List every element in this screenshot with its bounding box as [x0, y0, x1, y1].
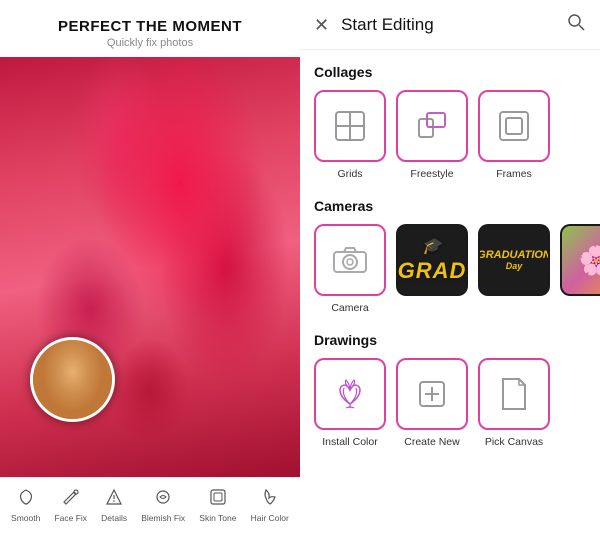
toolbar-hair-color[interactable]: Hair Color — [251, 488, 289, 523]
hair-color-icon — [261, 488, 279, 511]
flower-emoji: 🌸 — [579, 244, 600, 277]
app-title: PERFECT THE MOMENT — [0, 18, 300, 35]
camera-item[interactable]: Camera — [314, 224, 386, 314]
bottom-toolbar: Smooth Face Fix Details — [0, 477, 300, 533]
freestyle-icon — [413, 107, 451, 145]
plus-icon — [415, 377, 449, 411]
face-thumbnail — [30, 337, 115, 422]
gradday-box: GRADUATION Day — [478, 224, 550, 296]
hair-color-label: Hair Color — [251, 513, 289, 523]
left-panel: PERFECT THE MOMENT Quickly fix photos Sm… — [0, 0, 300, 533]
blemish-fix-icon — [154, 488, 172, 511]
gradday-item[interactable]: GRADUATION Day — [478, 224, 550, 314]
skin-tone-icon — [209, 488, 227, 511]
toolbar-face-fix[interactable]: Face Fix — [54, 488, 87, 523]
close-button[interactable]: ✕ — [314, 16, 329, 34]
details-label: Details — [101, 513, 127, 523]
grids-icon — [331, 107, 369, 145]
details-icon — [105, 488, 123, 511]
flower-card: 🌸 — [562, 226, 600, 294]
freestyle-label: Freestyle — [410, 168, 453, 180]
face-fix-label: Face Fix — [54, 513, 87, 523]
drawings-row: Install Color Create New — [314, 358, 586, 448]
pick-canvas-label: Pick Canvas — [485, 436, 543, 448]
right-panel: ✕ Start Editing Collages — [300, 0, 600, 533]
grad-hat-icon: 🎓 — [422, 236, 443, 256]
create-new-label: Create New — [404, 436, 459, 448]
freestyle-item[interactable]: Freestyle — [396, 90, 468, 180]
freestyle-box — [396, 90, 468, 162]
collages-row: Grids Freestyle — [314, 90, 586, 180]
photo-area — [0, 57, 300, 477]
install-color-label: Install Color — [322, 436, 377, 448]
face-fix-icon — [62, 488, 80, 511]
face-inner — [33, 340, 112, 419]
photo-background — [0, 57, 300, 477]
search-button[interactable] — [566, 12, 586, 37]
grids-item[interactable]: Grids — [314, 90, 386, 180]
app-subtitle: Quickly fix photos — [0, 37, 300, 49]
camera-box — [314, 224, 386, 296]
right-header: ✕ Start Editing — [300, 0, 600, 50]
toolbar-skin-tone[interactable]: Skin Tone — [199, 488, 236, 523]
panel-title: Start Editing — [341, 15, 566, 35]
gradday-card: GRADUATION Day — [480, 226, 548, 294]
smooth-icon — [17, 488, 35, 511]
collages-title: Collages — [314, 64, 586, 80]
section-cameras: Cameras Camera — [314, 198, 586, 314]
frames-item[interactable]: Frames — [478, 90, 550, 180]
drawings-title: Drawings — [314, 332, 586, 348]
grad-item[interactable]: 🎓 GRAD — [396, 224, 468, 314]
cameras-row: Camera 🎓 GRAD GRADUATION — [314, 224, 586, 314]
create-new-box — [396, 358, 468, 430]
grad-text: GRAD — [398, 258, 467, 284]
gradday-sub: Day — [506, 261, 523, 271]
smooth-label: Smooth — [11, 513, 40, 523]
toolbar-details[interactable]: Details — [101, 488, 127, 523]
pick-canvas-item[interactable]: Pick Canvas — [478, 358, 550, 448]
toolbar-smooth[interactable]: Smooth — [11, 488, 40, 523]
grad-box: 🎓 GRAD — [396, 224, 468, 296]
pick-canvas-box — [478, 358, 550, 430]
skin-tone-label: Skin Tone — [199, 513, 236, 523]
grids-label: Grids — [337, 168, 362, 180]
toolbar-blemish-fix[interactable]: Blemish Fix — [141, 488, 185, 523]
gradday-text: GRADUATION — [478, 249, 550, 261]
lotus-icon — [332, 376, 368, 412]
grad-card: 🎓 GRAD — [398, 226, 466, 294]
frames-icon — [495, 107, 533, 145]
camera-label: Camera — [331, 302, 368, 314]
frames-label: Frames — [496, 168, 532, 180]
section-collages: Collages Grids — [314, 64, 586, 180]
frames-box — [478, 90, 550, 162]
grids-box — [314, 90, 386, 162]
flower-box: 🌸 — [560, 224, 600, 296]
section-drawings: Drawings Install Col — [314, 332, 586, 448]
left-header: PERFECT THE MOMENT Quickly fix photos — [0, 0, 300, 57]
document-icon — [498, 376, 530, 412]
blemish-fix-label: Blemish Fix — [141, 513, 185, 523]
install-color-item[interactable]: Install Color — [314, 358, 386, 448]
cameras-title: Cameras — [314, 198, 586, 214]
flower-item[interactable]: 🌸 — [560, 224, 600, 314]
right-content: Collages Grids — [300, 50, 600, 480]
install-color-box — [314, 358, 386, 430]
camera-icon — [332, 245, 368, 275]
create-new-item[interactable]: Create New — [396, 358, 468, 448]
